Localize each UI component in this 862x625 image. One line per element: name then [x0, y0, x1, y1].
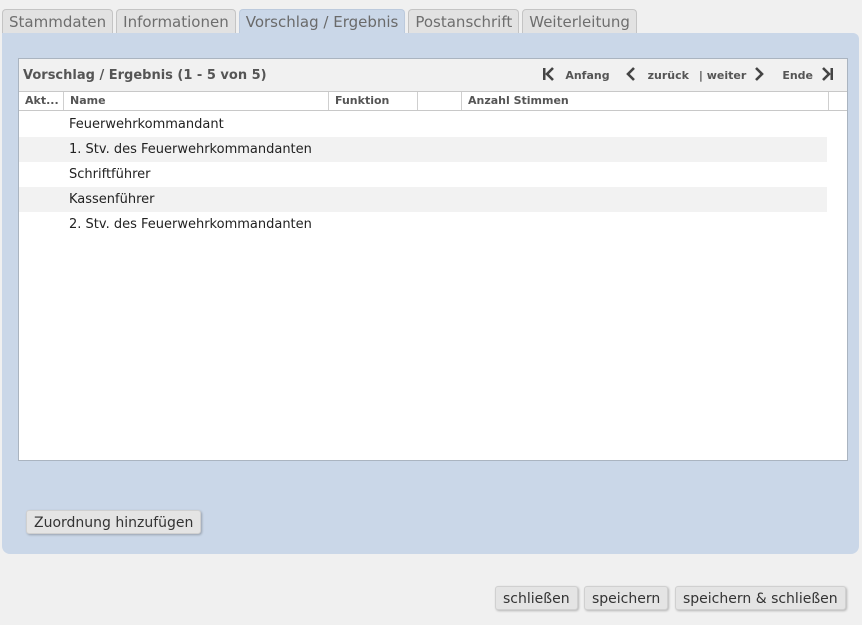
row-name: Schriftführer [69, 167, 151, 182]
save-and-close-button[interactable]: speichern & schließen [675, 586, 846, 610]
table-row[interactable]: Feuerwehrkommandant [19, 112, 827, 137]
last-page-icon[interactable] [819, 66, 837, 84]
tab-bar: Stammdaten Informationen Vorschlag / Erg… [2, 9, 637, 35]
previous-page-icon[interactable] [624, 66, 642, 84]
column-header-anzahl-stimmen[interactable]: Anzahl Stimmen [462, 92, 829, 110]
tab-panel: Vorschlag / Ergebnis (1 - 5 von 5) Anfan… [2, 33, 859, 554]
column-header-row: Akt... Name Funktion Anzahl Stimmen [19, 91, 847, 111]
pager-next-link[interactable]: | weiter [699, 69, 746, 82]
pager-prev-link[interactable]: zurück [648, 69, 689, 82]
tab-stammdaten[interactable]: Stammdaten [2, 9, 114, 33]
tab-postanschrift[interactable]: Postanschrift [408, 9, 520, 33]
save-button[interactable]: speichern [584, 586, 669, 610]
tab-vorschlag-ergebnis[interactable]: Vorschlag / Ergebnis [238, 9, 406, 35]
pager-first-link[interactable]: Anfang [565, 69, 609, 82]
grid-title-bar: Vorschlag / Ergebnis (1 - 5 von 5) Anfan… [19, 59, 847, 91]
table-row[interactable]: Kassenführer [19, 187, 827, 212]
tab-weiterleitung[interactable]: Weiterleitung [522, 9, 637, 33]
row-name: 1. Stv. des Feuerwehrkommandanten [69, 142, 312, 157]
row-name: Feuerwehrkommandant [69, 117, 224, 132]
grid-body: Feuerwehrkommandant 1. Stv. des Feuerweh… [19, 112, 827, 237]
table-row[interactable]: 1. Stv. des Feuerwehrkommandanten [19, 137, 827, 162]
row-name: Kassenführer [69, 192, 155, 207]
tab-informationen[interactable]: Informationen [116, 9, 236, 33]
result-grid: Vorschlag / Ergebnis (1 - 5 von 5) Anfan… [18, 58, 848, 461]
row-name: 2. Stv. des Feuerwehrkommandanten [69, 217, 312, 232]
pager-last-link[interactable]: Ende [782, 69, 813, 82]
close-button[interactable]: schließen [495, 586, 578, 610]
column-header-funktion[interactable]: Funktion [329, 92, 418, 110]
first-page-icon[interactable] [541, 66, 559, 84]
add-assignment-button[interactable]: Zuordnung hinzufügen [26, 510, 202, 534]
column-header-blank[interactable] [418, 92, 462, 110]
column-header-name[interactable]: Name [64, 92, 329, 110]
pager: Anfang zurück | weiter Ende [541, 66, 837, 84]
column-header-active[interactable]: Akt... [19, 92, 64, 110]
table-row[interactable]: 2. Stv. des Feuerwehrkommandanten [19, 212, 827, 237]
next-page-icon[interactable] [752, 66, 770, 84]
table-row[interactable]: Schriftführer [19, 162, 827, 187]
grid-title: Vorschlag / Ergebnis (1 - 5 von 5) [23, 68, 267, 83]
